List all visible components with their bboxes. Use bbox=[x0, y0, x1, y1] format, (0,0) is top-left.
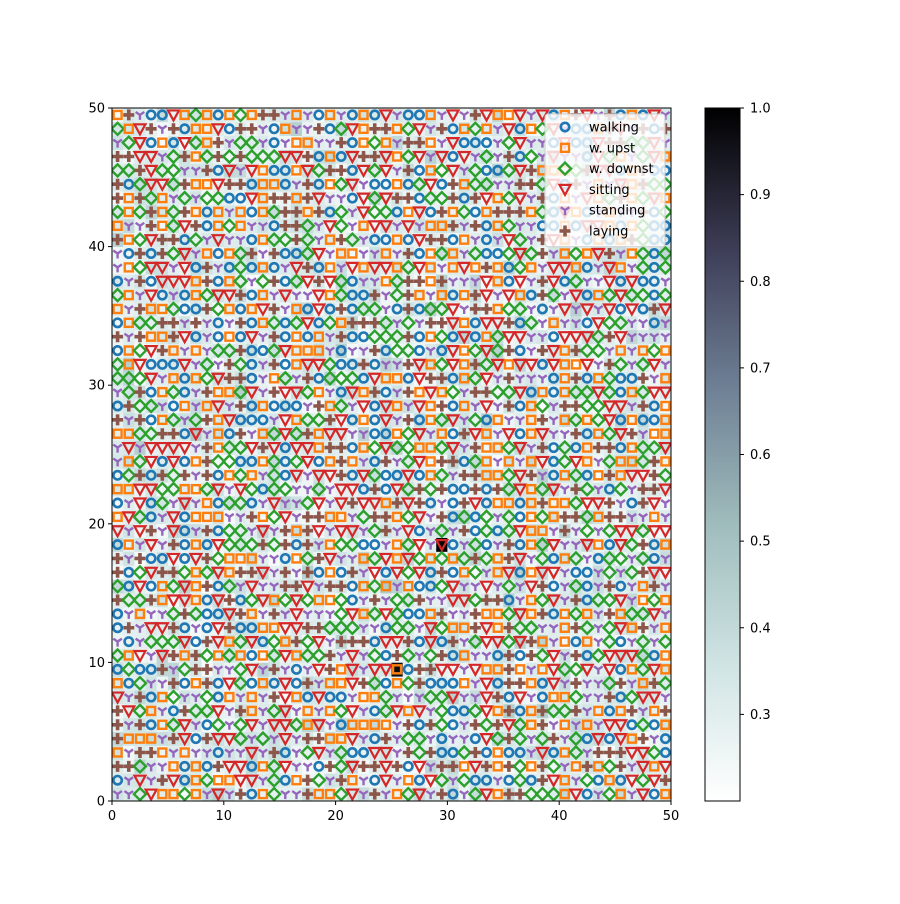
figure: 0 10 20 30 40 50 0 10 20 30 40 50 walking w. upst w.… bbox=[0, 0, 900, 900]
som-chart: 0 10 20 30 40 50 01020304050 walkingw. upstw.… bbox=[88, 102, 770, 825]
